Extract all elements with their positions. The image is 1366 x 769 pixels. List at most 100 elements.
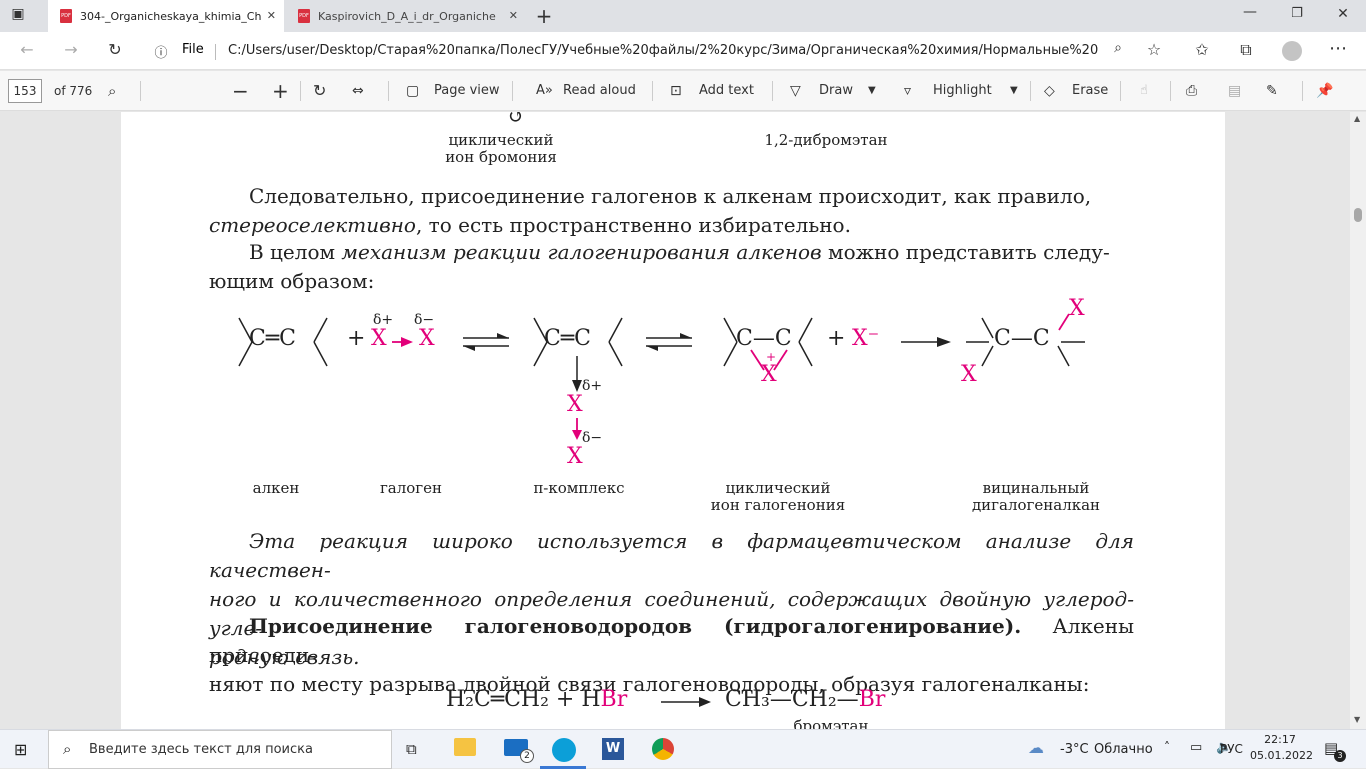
arrow-head	[572, 430, 582, 440]
clock[interactable]: 22:17 05.01.2022	[1250, 732, 1313, 764]
italic-text: механизм реакции галогенирования алкенов	[341, 240, 822, 264]
draw-button[interactable]: Draw	[819, 71, 853, 111]
address-bar-row: ← → ↻ ⓘ File C:/Users/user/Desktop/Стара…	[0, 32, 1366, 70]
save-as-icon[interactable]: ✎	[1266, 71, 1278, 111]
caption-line: вицинальный	[982, 479, 1090, 497]
divider	[1120, 81, 1121, 101]
scroll-up-icon[interactable]: ▲	[1354, 114, 1360, 123]
edge-icon[interactable]	[552, 738, 576, 762]
alkene-formula: C═C	[249, 326, 296, 351]
tab-organic-chemistry[interactable]: PDF 304-_Organicheskaya_khimia_Ch ✕	[48, 0, 284, 32]
scrollbar-thumb[interactable]	[1354, 208, 1362, 222]
page-number-input[interactable]: 153	[8, 79, 42, 103]
read-aloud-button[interactable]: Read aloud	[563, 71, 636, 111]
equation-left: H₂C═CH₂ + HBr	[446, 687, 627, 712]
chrome-icon[interactable]	[652, 738, 674, 760]
caption-line: циклический	[448, 131, 554, 149]
divider	[1302, 81, 1303, 101]
text-line: Присоединение галогеноводородов (гидрога…	[209, 612, 1134, 670]
word-icon[interactable]: W	[602, 738, 624, 760]
zoom-icon[interactable]: ⌕	[1108, 40, 1128, 56]
plus-sign: +	[347, 326, 366, 351]
weather-icon[interactable]: ☁	[1028, 738, 1044, 757]
paragraph-2: В целом механизм реакции галогенирования…	[209, 238, 1134, 296]
chevron-up-icon[interactable]: ˄	[1164, 740, 1170, 754]
task-view-icon[interactable]: ⧉	[406, 740, 417, 758]
tab-title: Kaspirovich_D_A_i_dr_Organiche	[318, 9, 496, 23]
windows-start-icon[interactable]: ⊞	[14, 740, 27, 759]
notification-badge: 3	[1334, 750, 1346, 762]
zoom-out-icon[interactable]: −	[232, 71, 249, 111]
close-icon[interactable]: ✕	[509, 9, 518, 22]
text-line: ющим образом:	[209, 269, 375, 293]
tab-actions-icon[interactable]: ▣	[8, 6, 28, 22]
search-placeholder: Введите здесь текст для поиска	[89, 742, 313, 757]
halide-ion: X⁻	[852, 326, 880, 351]
highlight-icon[interactable]: ▿	[904, 71, 911, 111]
language[interactable]: РУС	[1220, 742, 1243, 756]
page-view-button[interactable]: Page view	[434, 71, 500, 111]
delta-plus-label: δ+	[582, 378, 603, 394]
caption-line: ион галогенония	[710, 496, 846, 514]
weather-temp[interactable]: -3°C	[1060, 742, 1089, 757]
caption-alkene: алкен	[252, 479, 300, 497]
print-icon[interactable]: ⎙	[1186, 71, 1197, 111]
weather-text[interactable]: Облачно	[1094, 742, 1153, 757]
scrollbar[interactable]: ▲ ▼	[1350, 112, 1366, 729]
url-field[interactable]: C:/Users/user/Desktop/Старая%20папка/Пол…	[218, 37, 1098, 65]
halogen-x2: X	[419, 326, 435, 351]
tab-title: 304-_Organicheskaya_khimia_Ch	[80, 9, 262, 23]
more-icon[interactable]: ⋯	[1328, 38, 1348, 59]
rotate-icon[interactable]: ↻	[313, 71, 326, 111]
caption-cyclic-ion: циклический ион бромония	[431, 132, 571, 166]
divider	[512, 81, 513, 101]
text-line: Эта реакция широко используется в фармац…	[209, 529, 1134, 582]
scroll-down-icon[interactable]: ▼	[1354, 715, 1360, 724]
back-icon[interactable]: ←	[16, 40, 38, 59]
save-icon[interactable]: ▤	[1228, 71, 1241, 111]
read-aloud-icon[interactable]: A»	[536, 71, 553, 111]
collections-icon[interactable]: ⧉	[1236, 40, 1256, 60]
cyclic-ion-formula: C—C	[736, 326, 792, 351]
caption-vicinal: вицинальный дигалогеналкан	[961, 480, 1111, 514]
page-total: of 776	[54, 84, 93, 98]
tab-kaspirovich[interactable]: PDF Kaspirovich_D_A_i_dr_Organiche ✕	[286, 0, 526, 32]
paragraph-1: Следовательно, присоединение галогенов к…	[209, 182, 1134, 240]
bridging-halogen: X	[761, 362, 777, 387]
chevron-down-icon[interactable]: ▼	[1010, 71, 1018, 111]
reaction-arrow	[661, 697, 711, 707]
favorite-icon[interactable]: ☆	[1144, 40, 1164, 59]
taskbar-search[interactable]: ⌕ Введите здесь текст для поиска	[48, 730, 392, 769]
window-close-icon[interactable]: ✕	[1333, 6, 1353, 22]
restore-icon[interactable]: ❐	[1287, 6, 1307, 21]
forward-icon[interactable]: →	[60, 40, 82, 59]
pdf-viewer: ↺ циклический ион бромония 1,2-дибромэта…	[0, 112, 1366, 729]
close-icon[interactable]: ✕	[267, 9, 276, 22]
draw-icon[interactable]: ▽	[790, 71, 801, 111]
profile-avatar[interactable]	[1282, 41, 1302, 61]
network-icon[interactable]: ▭	[1190, 740, 1202, 755]
product-formula: C—C	[994, 326, 1050, 351]
search-icon[interactable]: ⌕	[108, 71, 116, 111]
bond-line	[798, 317, 813, 343]
file-explorer-icon[interactable]	[454, 738, 476, 756]
add-text-button[interactable]: Add text	[699, 71, 754, 111]
minimize-icon[interactable]: —	[1240, 4, 1260, 20]
favorites-icon[interactable]: ✩	[1192, 40, 1212, 59]
page-view-icon[interactable]: ▢	[406, 71, 419, 111]
new-tab-icon[interactable]: +	[534, 4, 554, 28]
highlight-button[interactable]: Highlight	[933, 71, 992, 111]
add-text-icon[interactable]: ⊡	[670, 71, 682, 111]
erase-button[interactable]: Erase	[1072, 71, 1108, 111]
eraser-icon[interactable]: ◇	[1044, 71, 1055, 111]
touch-icon[interactable]: ☝	[1140, 71, 1148, 111]
chevron-down-icon[interactable]: ▼	[868, 71, 876, 111]
pin-icon[interactable]: 📌	[1316, 71, 1333, 111]
zoom-in-icon[interactable]: +	[272, 71, 289, 111]
fit-page-icon[interactable]: ⇔	[352, 71, 364, 111]
text: Br	[858, 687, 886, 712]
bond-line	[1058, 313, 1070, 331]
plus-sign: +	[827, 326, 846, 351]
info-icon[interactable]: ⓘ	[150, 42, 172, 61]
refresh-icon[interactable]: ↻	[104, 40, 126, 59]
